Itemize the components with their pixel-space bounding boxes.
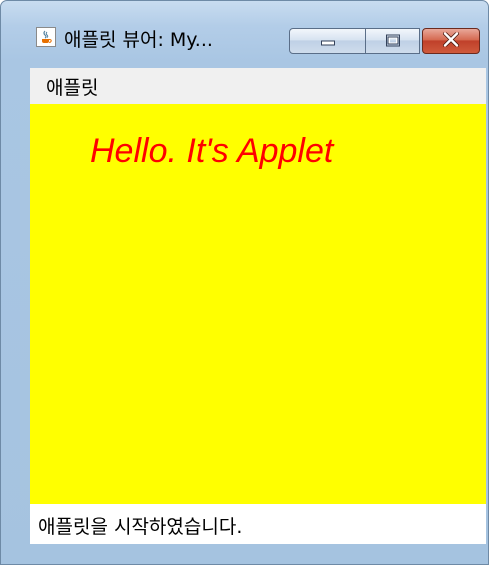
maximize-button[interactable] — [366, 28, 420, 54]
status-text: 애플릿을 시작하였습니다. — [38, 516, 243, 538]
applet-viewer-window: 애플릿 뷰어: My... 애플릿 Hello. It's Applet 애플릿… — [0, 0, 489, 565]
title-bar[interactable]: 애플릿 뷰어: My... — [1, 1, 488, 59]
java-cup-icon[interactable] — [36, 27, 56, 47]
menu-applet[interactable]: 애플릿 — [44, 73, 100, 100]
close-button[interactable] — [422, 28, 480, 54]
minimize-icon — [320, 32, 335, 51]
menu-bar: 애플릿 — [30, 68, 486, 104]
close-icon — [443, 31, 459, 51]
maximize-icon — [385, 32, 400, 51]
applet-canvas[interactable]: Hello. It's Applet — [30, 104, 486, 504]
window-bottom-frame — [1, 544, 488, 564]
minimize-button[interactable] — [289, 28, 366, 54]
applet-greeting-text: Hello. It's Applet — [90, 132, 334, 170]
status-bar: 애플릿을 시작하였습니다. — [30, 504, 486, 544]
window-title: 애플릿 뷰어: My... — [64, 29, 213, 51]
